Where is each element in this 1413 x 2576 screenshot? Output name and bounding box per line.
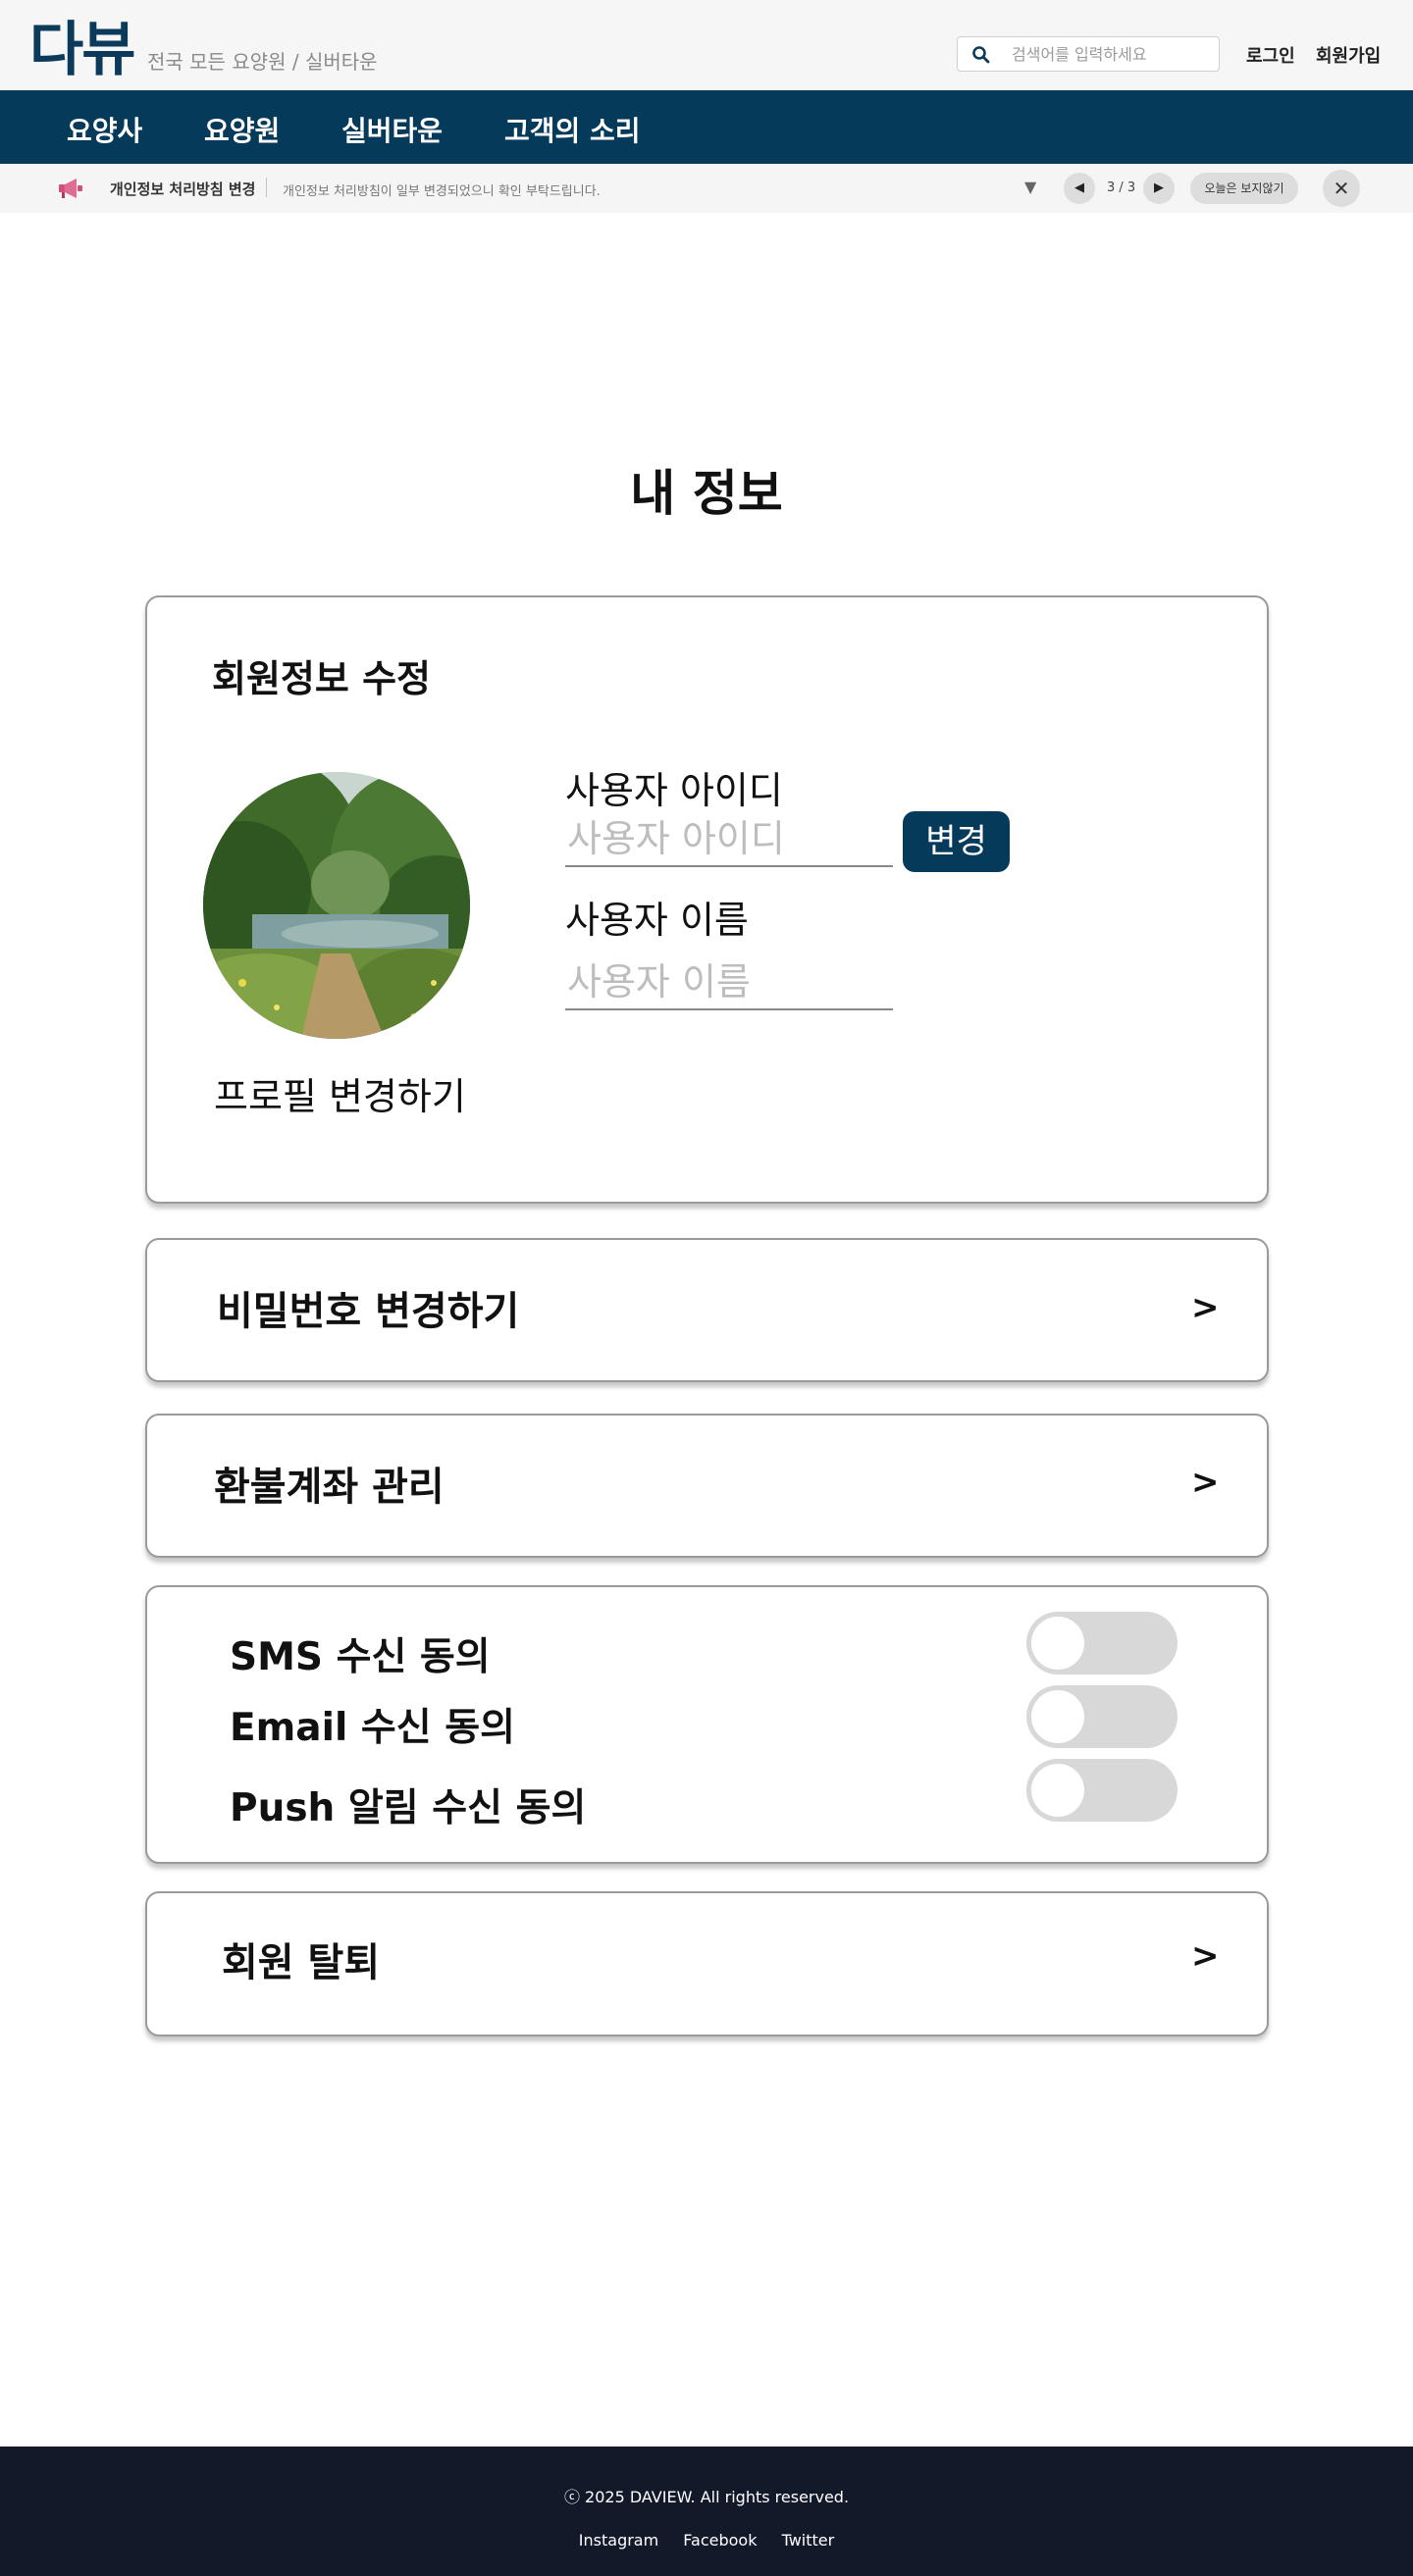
refund-account-row[interactable]: 환불계좌 관리 >: [145, 1414, 1269, 1558]
user-name-label: 사용자 이름: [565, 899, 749, 942]
withdraw-membership-label: 회원 탈퇴: [222, 1940, 381, 1985]
site-footer: ⓒ 2025 DAVIEW. All rights reserved. Inst…: [0, 2447, 1413, 2576]
sms-consent-label: SMS 수신 동의: [230, 1635, 491, 1679]
notice-title[interactable]: 개인정보 처리방침 변경: [110, 179, 255, 199]
chevron-down-icon[interactable]: ▼: [1024, 178, 1036, 196]
chevron-right-icon: >: [1191, 1463, 1220, 1502]
refund-account-label: 환불계좌 관리: [214, 1465, 445, 1510]
change-profile-link[interactable]: 프로필 변경하기: [214, 1066, 466, 1120]
copyright-text: ⓒ 2025 DAVIEW. All rights reserved.: [563, 2488, 850, 2506]
notice-bar: 개인정보 처리방침 변경 개인정보 처리방침이 일부 변경되었으니 확인 부탁드…: [0, 164, 1413, 213]
sms-consent-toggle[interactable]: [1026, 1612, 1178, 1674]
push-consent-label: Push 알림 수신 동의: [230, 1786, 587, 1830]
profile-edit-heading: 회원정보 수정: [212, 657, 431, 700]
email-consent-toggle[interactable]: [1026, 1685, 1178, 1748]
site-tagline: 전국 모든 요양원 / 실버타운: [147, 50, 378, 74]
hide-today-button[interactable]: 오늘은 보지않기: [1190, 173, 1298, 204]
push-consent-toggle[interactable]: [1026, 1759, 1178, 1822]
consent-settings-card: SMS 수신 동의 Email 수신 동의 Push 알림 수신 동의: [145, 1585, 1269, 1864]
nav-item-nursing-homes[interactable]: 요양원: [204, 110, 280, 149]
footer-links: Instagram Facebook Twitter: [0, 2531, 1413, 2550]
search-box[interactable]: [957, 36, 1220, 72]
site-header: 다뷰 전국 모든 요양원 / 실버타운 로그인 회원가입: [0, 0, 1413, 90]
nav-item-caregivers[interactable]: 요양사: [67, 110, 142, 149]
main-nav: 요양사 요양원 실버타운 고객의 소리: [0, 90, 1413, 164]
toggle-knob: [1031, 1690, 1084, 1743]
page-title: 내 정보: [630, 465, 783, 522]
close-icon[interactable]: ✕: [1323, 170, 1360, 207]
login-link[interactable]: 로그인: [1246, 42, 1295, 68]
profile-edit-card: 회원정보 수정 프로필 변경하기 사용자 아이디 변경 사용자 이름: [145, 595, 1269, 1204]
notice-prev-button[interactable]: ◀: [1064, 173, 1095, 204]
footer-link-facebook[interactable]: Facebook: [683, 2531, 757, 2550]
user-id-label: 사용자 아이디: [565, 769, 783, 812]
footer-link-twitter[interactable]: Twitter: [782, 2531, 835, 2550]
notice-text[interactable]: 개인정보 처리방침이 일부 변경되었으니 확인 부탁드립니다.: [283, 180, 601, 199]
user-name-input[interactable]: [565, 955, 893, 1010]
notice-next-button[interactable]: ▶: [1143, 173, 1175, 204]
email-consent-label: Email 수신 동의: [230, 1706, 516, 1750]
footer-link-instagram[interactable]: Instagram: [579, 2531, 658, 2550]
chevron-right-icon: >: [1191, 1936, 1220, 1976]
avatar-landscape-image: [203, 772, 470, 1039]
change-password-label: 비밀번호 변경하기: [217, 1289, 520, 1334]
toggle-knob: [1031, 1617, 1084, 1670]
notice-counter: 3 / 3: [1107, 180, 1136, 195]
megaphone-icon: [59, 179, 82, 198]
chevron-right-icon: >: [1191, 1288, 1220, 1327]
change-password-row[interactable]: 비밀번호 변경하기 >: [145, 1238, 1269, 1382]
search-icon[interactable]: [971, 45, 991, 65]
signup-link[interactable]: 회원가입: [1316, 42, 1381, 68]
notice-divider: [266, 178, 267, 197]
site-logo[interactable]: 다뷰: [29, 2, 135, 87]
nav-item-customer-voice[interactable]: 고객의 소리: [504, 110, 641, 149]
nav-item-silver-towns[interactable]: 실버타운: [341, 110, 443, 149]
avatar[interactable]: [203, 772, 470, 1039]
user-id-input[interactable]: [565, 812, 893, 867]
search-input[interactable]: [1012, 39, 1213, 69]
toggle-knob: [1031, 1764, 1084, 1817]
change-id-button[interactable]: 변경: [903, 811, 1010, 872]
withdraw-membership-row[interactable]: 회원 탈퇴 >: [145, 1891, 1269, 2036]
